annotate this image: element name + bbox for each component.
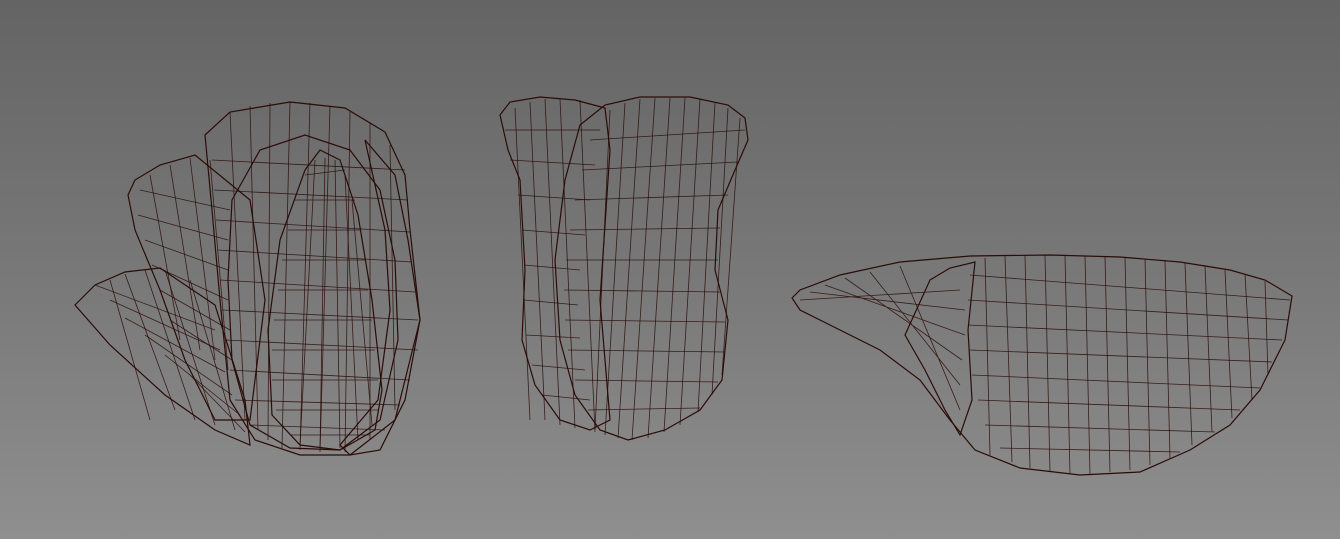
single-petal-shape	[791, 254, 1293, 476]
petal-cluster-closed-wireframe	[505, 97, 746, 441]
viewport-scene	[74, 96, 1293, 476]
petal-cluster-open-wireframe	[94, 101, 419, 453]
petal-cluster-closed-model[interactable]	[499, 96, 749, 441]
single-petal-fold	[904, 261, 976, 437]
petal-cluster-open-model[interactable]	[74, 101, 421, 456]
single-petal-wireframe	[799, 254, 1291, 475]
outer-petal-left	[74, 267, 251, 446]
front-petal-right	[339, 139, 421, 456]
3d-viewport[interactable]	[0, 0, 1340, 539]
single-petal-model[interactable]	[791, 254, 1293, 476]
